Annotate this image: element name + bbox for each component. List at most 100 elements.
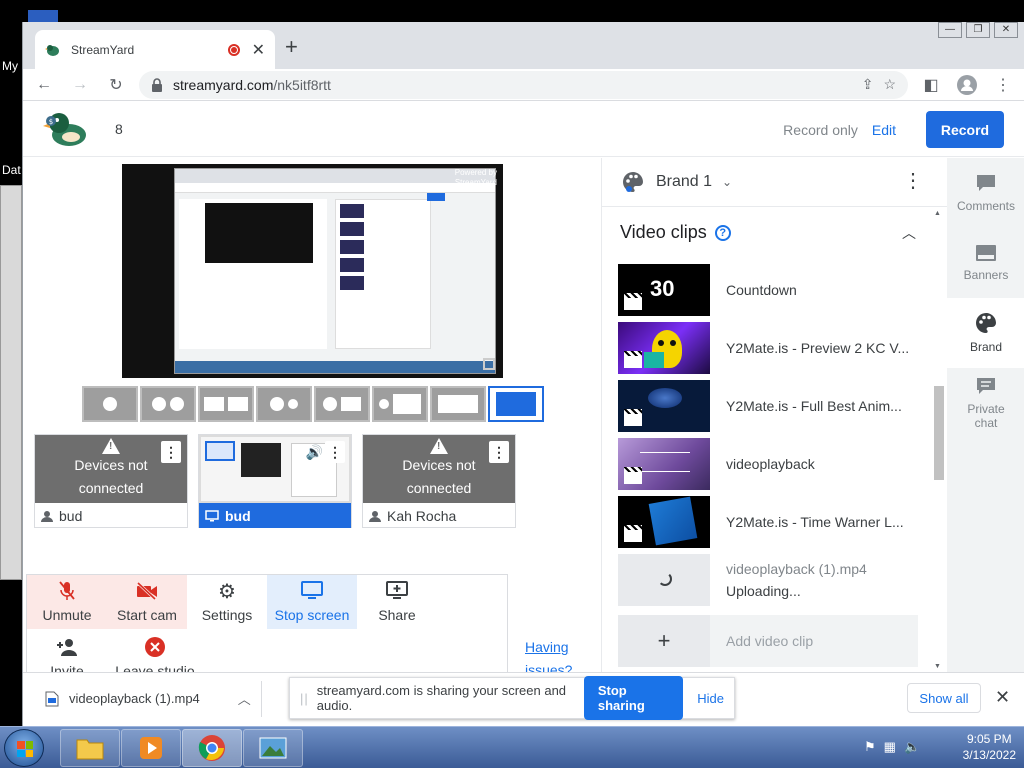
participant-menu-icon[interactable]: ⋮ [161,441,181,463]
sidenav-banners[interactable]: Banners [947,228,1024,298]
panel-scrollbar[interactable]: ▲ ▼ [933,210,944,670]
chevron-up-icon[interactable]: ︿ [238,689,251,708]
share-message: streamyard.com is sharing your screen an… [316,683,567,713]
add-person-icon [55,637,79,657]
preview-brand-badge: Powered by StreamYard [455,168,497,188]
maximize-button[interactable]: ❐ [966,22,990,38]
url-path: /nk5itf8rtt [273,76,331,93]
layout-leader-button[interactable] [256,386,312,422]
participant-card[interactable]: Devices not connected ⋮ Kah Rocha [362,434,516,528]
participant-menu-icon[interactable]: ⋮ [325,441,345,463]
layout-solo-button[interactable] [82,386,138,422]
participant-menu-icon[interactable]: ⋮ [489,441,509,463]
scroll-down-icon[interactable]: ▼ [934,663,941,670]
person-icon [152,397,166,411]
speaker-icon[interactable]: 🔊 [306,441,323,464]
box-icon [393,394,421,414]
clock[interactable]: 9:05 PM 3/13/2022 [963,731,1016,763]
participant-name-row: Kah Rocha [363,503,515,528]
stream-preview[interactable]: Powered by StreamYard [122,164,503,378]
edit-destinations-link[interactable]: Edit [872,122,896,138]
video-clip-item[interactable]: videoplayback [618,435,918,493]
stop-screen-button[interactable]: Stop screen [267,575,357,629]
video-clip-item[interactable]: Y2Mate.is - Time Warner L... [618,493,918,551]
video-clip-item[interactable]: Y2Mate.is - Preview 2 KC V... [618,319,918,377]
start-button[interactable] [4,729,44,767]
close-tab-icon[interactable]: ✕ [252,40,265,60]
settings-button[interactable]: ⚙ Settings [187,575,267,629]
show-all-button[interactable]: Show all [907,683,981,713]
participant-card[interactable]: Devices not connected ⋮ bud [34,434,188,528]
box-icon [341,397,361,411]
loading-spinner-icon [658,572,672,586]
sidenav-label: Comments [956,199,1015,213]
start-cam-button[interactable]: Start cam [107,575,187,629]
unmute-button[interactable]: Unmute [27,575,107,629]
sidenav-comments[interactable]: Comments [947,158,1024,228]
new-tab-button[interactable]: + [285,34,298,60]
help-icon[interactable]: ? [714,224,731,241]
layout-fullscreen-button[interactable] [488,386,544,422]
minimize-button[interactable]: — [938,22,962,38]
box-icon [204,397,224,411]
video-clip-item[interactable]: 30 Countdown [618,261,918,319]
browser-tab[interactable]: StreamYard ✕ [35,30,275,69]
clapperboard-icon [624,525,642,542]
video-clip-list: 30 Countdown Y2Mate.is - Preview 2 KC V.… [618,261,918,667]
hide-button[interactable]: Hide [697,691,724,706]
taskbar-chrome[interactable] [182,729,242,767]
clapperboard-icon [624,351,642,368]
drag-handle-icon[interactable]: || [300,691,309,706]
brand-panel: Brand 1 ⌄ ⋮ Video clips ? ︿ 30 Countdown [601,158,947,672]
clip-thumbnail [618,380,710,432]
share-page-icon[interactable]: ⇪ [862,76,874,93]
fullscreen-icon[interactable] [483,358,495,370]
share-button[interactable]: Share [357,575,437,629]
participant-card-screen[interactable]: 🔊 ⋮ bud [198,434,352,528]
bookmark-star-icon[interactable]: ☆ [883,76,896,93]
layout-pip-button[interactable] [198,386,254,422]
palette-icon [976,313,996,333]
banner-icon [976,245,996,261]
stop-screen-label: Stop screen [274,607,350,623]
reload-icon[interactable]: ↻ [103,72,129,98]
device-status-line: connected [78,480,144,496]
clip-thumbnail [618,438,710,490]
close-window-button[interactable]: ✕ [994,22,1018,38]
sidenav-brand[interactable]: Brand [947,298,1024,368]
chevron-up-icon[interactable]: ︿ [902,223,916,243]
profile-avatar-icon[interactable] [954,72,980,98]
box-icon [438,395,478,413]
record-button[interactable]: Record [926,111,1004,148]
person-icon [270,397,284,411]
action-center-icon[interactable]: ⚑ [864,739,876,755]
browser-menu-icon[interactable]: ⋮ [990,72,1016,98]
layout-thin-button[interactable] [430,386,486,422]
address-bar[interactable]: streamyard.com/nk5itf8rtt ⇪ ☆ [139,70,908,99]
video-clip-item[interactable]: Y2Mate.is - Full Best Anim... [618,377,918,435]
scroll-up-icon[interactable]: ▲ [934,210,941,217]
taskbar-explorer[interactable] [60,729,120,767]
taskbar-image-viewer[interactable] [243,729,303,767]
video-clips-header[interactable]: Video clips ? ︿ [620,222,916,243]
close-download-bar-icon[interactable]: ✕ [995,687,1010,708]
forward-icon[interactable]: → [67,72,93,98]
unmute-label: Unmute [42,607,92,623]
add-video-clip-button[interactable]: + Add video clip [618,615,918,667]
sidenav-private-chat[interactable]: Private chat [947,368,1024,438]
taskbar-media-player[interactable] [121,729,181,767]
stop-sharing-button[interactable]: Stop sharing [583,676,684,720]
download-item[interactable]: videoplayback (1).mp4 ︿ [45,689,251,708]
volume-icon[interactable]: 🔈 [904,739,920,755]
scrollbar-thumb[interactable] [934,386,944,480]
side-panel-icon[interactable]: ◧ [918,72,944,98]
brand-menu-icon[interactable]: ⋮ [903,170,923,192]
layout-group-button[interactable] [140,386,196,422]
clapperboard-icon [624,409,642,426]
brand-selector[interactable]: Brand 1 ⌄ ⋮ [602,158,947,207]
back-icon[interactable]: ← [31,72,57,98]
network-icon[interactable]: ▦ [884,739,896,755]
add-clip-label: Add video clip [726,633,814,649]
layout-cropped-button[interactable] [372,386,428,422]
layout-side-button[interactable] [314,386,370,422]
